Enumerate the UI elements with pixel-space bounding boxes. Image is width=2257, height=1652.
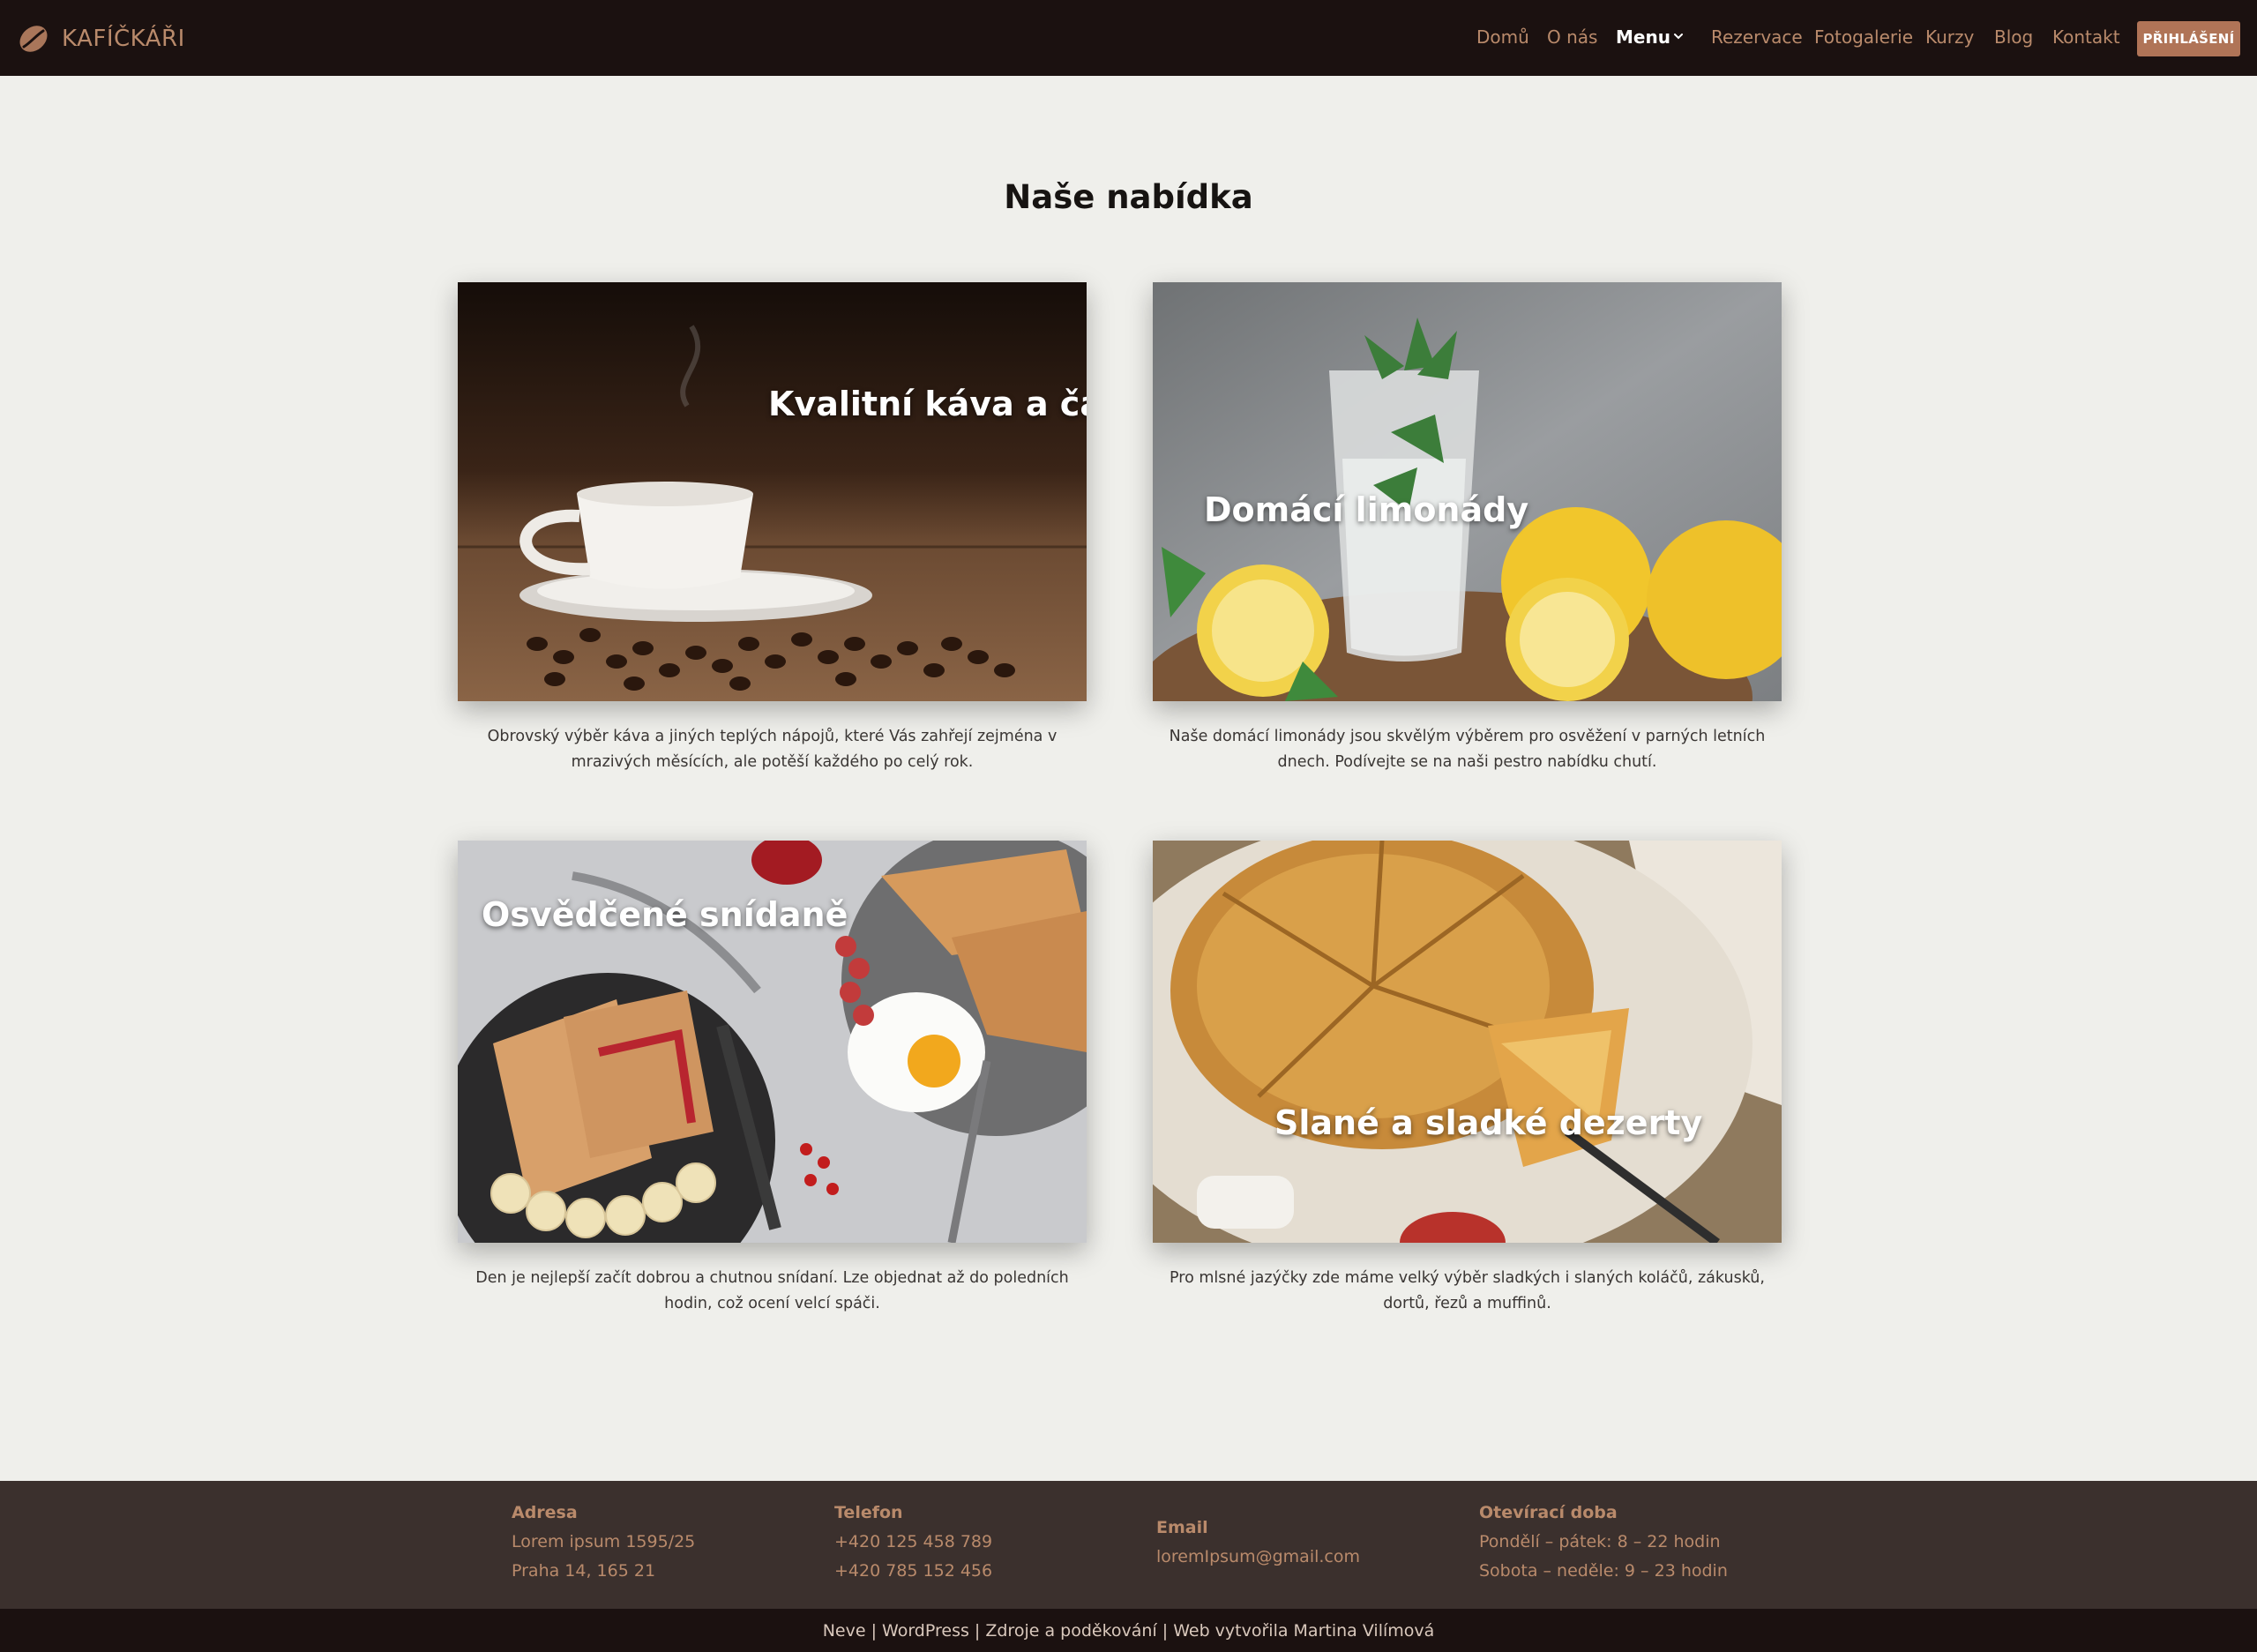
card-description: Obrovský výběr káva a jiných teplých náp…: [487, 728, 1058, 771]
card-description: Den je nejlepší začít dobrou a chutnou s…: [475, 1269, 1069, 1312]
card-description: Pro mlsné jazýčky zde máme velký výběr s…: [1170, 1269, 1765, 1312]
brand-name: KAFÍČKÁŘI: [62, 26, 185, 52]
nav-item-courses[interactable]: Kurzy: [1925, 26, 1974, 48]
footer-email-heading: Email: [1156, 1518, 1208, 1537]
breakfast-image[interactable]: Osvědčené snídaně: [458, 841, 1087, 1243]
footer-address-heading: Adresa: [512, 1503, 578, 1522]
footer-hours-line: Pondělí – pátek: 8 – 22 hodin: [1479, 1532, 1721, 1551]
footer-opening-hours: Otevírací doba Pondělí – pátek: 8 – 22 h…: [1479, 1499, 1728, 1586]
card-overlay-title: Kvalitní káva a čaj: [768, 385, 1087, 423]
site-footer: Adresa Lorem ipsum 1595/25 Praha 14, 165…: [0, 1481, 2257, 1609]
login-button[interactable]: PŘIHLÁŠENÍ: [2137, 21, 2240, 56]
brand-logo[interactable]: KAFÍČKÁŘI: [16, 19, 185, 58]
footer-phone-heading: Telefon: [834, 1503, 903, 1522]
footer-phone-number[interactable]: +420 125 458 789: [834, 1528, 992, 1557]
nav-item-contact[interactable]: Kontakt: [2052, 26, 2120, 48]
footer-hours-heading: Otevírací doba: [1479, 1503, 1618, 1522]
footer-email-link[interactable]: loremIpsum@gmail.com: [1156, 1543, 1360, 1572]
card-overlay-title: Osvědčené snídaně: [482, 895, 848, 934]
footer-credits-bar: Neve | WordPress | Zdroje a poděkování |…: [0, 1609, 2257, 1652]
nav-item-menu[interactable]: Menu: [1616, 26, 1670, 48]
footer-hours-line: Sobota – neděle: 9 – 23 hodin: [1479, 1561, 1728, 1581]
page-title: Naše nabídka: [1004, 178, 1253, 216]
card-overlay-title: Slané a sladké dezerty: [1274, 1103, 1703, 1142]
footer-address-line: Lorem ipsum 1595/25: [512, 1532, 696, 1551]
footer-credits[interactable]: Neve | WordPress | Zdroje a poděkování |…: [823, 1621, 1435, 1641]
coffee-bean-icon: [19, 26, 48, 52]
footer-email: Email loremIpsum@gmail.com: [1156, 1514, 1360, 1572]
coffee-cup-photo: [458, 282, 1087, 701]
footer-phone-number[interactable]: +420 785 152 456: [834, 1557, 992, 1586]
footer-address-line: Praha 14, 165 21: [512, 1561, 656, 1581]
card-overlay-title: Domácí limonády: [1204, 490, 1529, 529]
nav-item-reservations[interactable]: Rezervace: [1711, 26, 1803, 48]
nav-item-gallery[interactable]: Fotogalerie: [1814, 26, 1913, 48]
footer-address: Adresa Lorem ipsum 1595/25 Praha 14, 165…: [512, 1499, 695, 1586]
chevron-down-icon[interactable]: [1672, 30, 1685, 42]
footer-phone: Telefon +420 125 458 789 +420 785 152 45…: [834, 1499, 992, 1586]
desserts-image[interactable]: Slané a sladké dezerty: [1153, 841, 1782, 1243]
card-description: Naše domácí limonády jsou skvělým výběre…: [1169, 728, 1766, 771]
nav-item-blog[interactable]: Blog: [1994, 26, 2033, 48]
site-header: KAFÍČKÁŘI Domů O nás Menu Rezervace Foto…: [0, 0, 2257, 76]
nav-item-home[interactable]: Domů: [1476, 26, 1529, 48]
coffee-tea-image[interactable]: Kvalitní káva a čaj: [458, 282, 1087, 701]
pie-photo: [1153, 841, 1782, 1243]
nav-item-about[interactable]: O nás: [1547, 26, 1597, 48]
lemonade-image[interactable]: Domácí limonády: [1153, 282, 1782, 701]
